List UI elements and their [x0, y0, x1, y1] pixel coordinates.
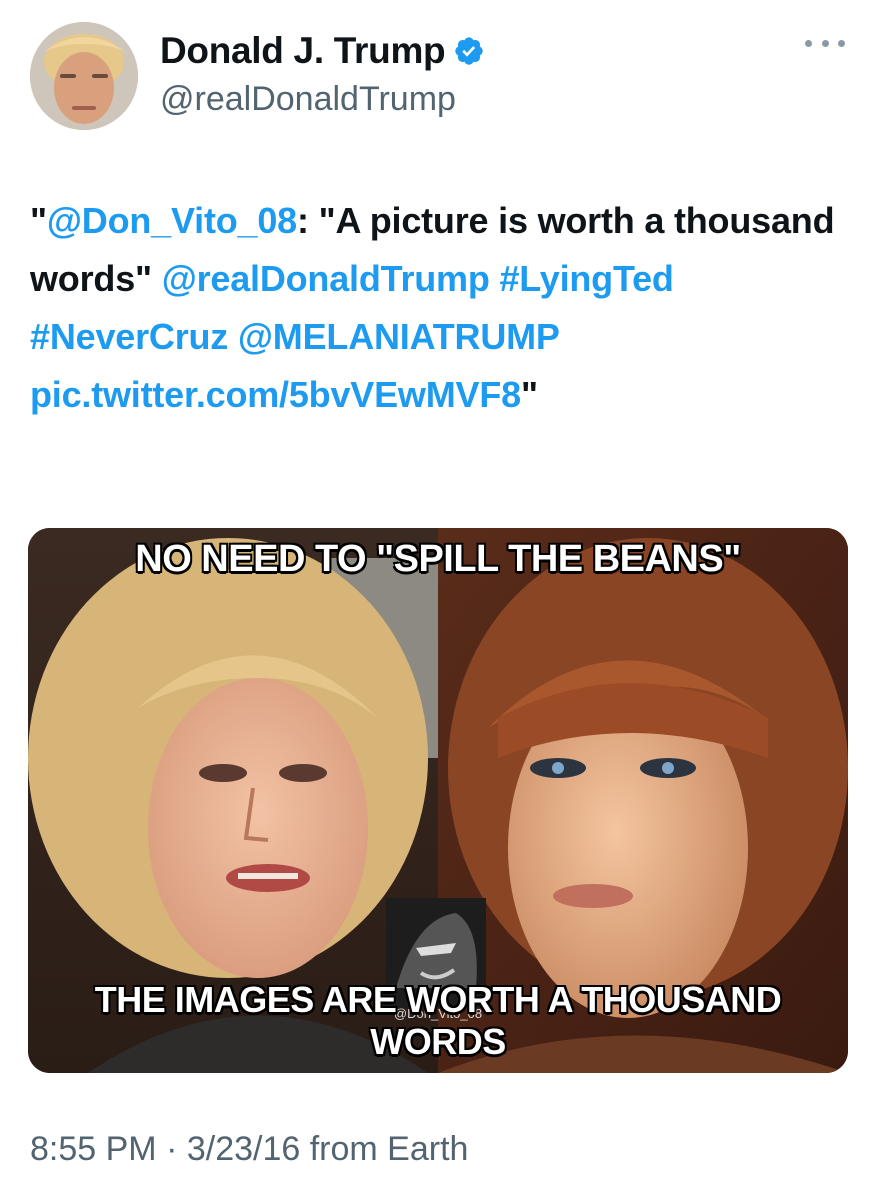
hashtag-link[interactable]: #LyingTed — [499, 258, 673, 299]
tweet-text: "@Don_Vito_08: "A picture is worth a tho… — [30, 192, 845, 424]
tweet-text-segment — [490, 258, 500, 299]
url-link[interactable]: pic.twitter.com/5bvVEwMVF8 — [30, 374, 521, 415]
more-options-icon[interactable] — [805, 30, 845, 56]
tweet-timestamp[interactable]: 8:55 PM · 3/23/16 from Earth — [30, 1130, 468, 1169]
meme-bottom-caption: THE IMAGES ARE WORTH A THOUSAND WORDS — [94, 979, 782, 1062]
mention-link[interactable]: @Don_Vito_08 — [47, 200, 297, 241]
mention-link[interactable]: @MELANIATRUMP — [238, 316, 559, 357]
author-handle[interactable]: @realDonaldTrump — [160, 80, 456, 119]
mention-link[interactable]: @realDonaldTrump — [162, 258, 490, 299]
verified-badge-icon — [453, 35, 485, 67]
author-display-name[interactable]: Donald J. Trump — [160, 30, 446, 72]
meme-top-caption: NO NEED TO "SPILL THE BEANS" — [135, 538, 741, 580]
hashtag-link[interactable]: #NeverCruz — [30, 316, 228, 357]
tweet-text-segment — [228, 316, 238, 357]
tweet-text-segment: " — [520, 374, 538, 415]
author-name-row[interactable]: Donald J. Trump — [160, 30, 485, 72]
tweet-text-segment: " — [30, 200, 47, 241]
tweet-media-image[interactable]: NO NEED TO "SPILL THE BEANS" @Don_Vito_0… — [28, 528, 848, 1073]
avatar[interactable] — [30, 22, 138, 130]
